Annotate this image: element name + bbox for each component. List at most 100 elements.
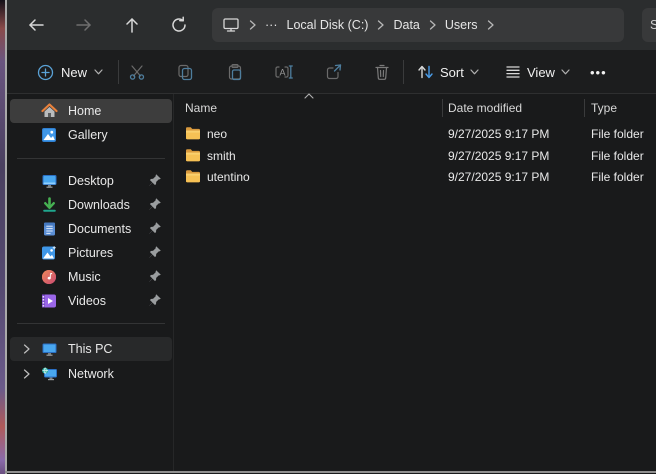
chevron-right-icon [429, 20, 436, 30]
column-divider[interactable] [584, 99, 585, 117]
sidebar-item-network[interactable]: Network [10, 362, 172, 386]
sort-button-label: Sort [440, 65, 464, 80]
sidebar-item-downloads[interactable]: Downloads [10, 193, 172, 217]
sidebar-item-label: Desktop [68, 174, 114, 188]
sidebar-item-label: Documents [68, 222, 131, 236]
view-button[interactable]: View [505, 58, 570, 86]
new-button-label: New [61, 65, 87, 80]
sidebar-item-gallery[interactable]: Gallery [10, 123, 172, 147]
refresh-button[interactable] [167, 13, 191, 37]
file-list-header: Name Date modified Type [174, 94, 656, 122]
file-type: File folder [591, 170, 644, 184]
file-row-smith[interactable]: smith 9/27/2025 9:17 PM File folder [174, 145, 656, 166]
music-icon [40, 268, 58, 286]
chevron-down-icon [94, 69, 103, 75]
view-icon [505, 65, 521, 79]
breadcrumb-overflow[interactable]: ··· [265, 18, 278, 32]
share-icon [325, 63, 343, 81]
new-button[interactable]: New [29, 58, 111, 86]
expand-chevron-icon[interactable] [18, 344, 34, 354]
sidebar-item-videos[interactable]: Videos [10, 289, 172, 313]
chevron-right-icon [249, 20, 256, 30]
sidebar-item-documents[interactable]: Documents [10, 217, 172, 241]
chevron-right-icon [377, 20, 384, 30]
folder-icon [185, 169, 201, 183]
column-divider[interactable] [442, 99, 443, 117]
file-date-modified: 9/27/2025 9:17 PM [448, 170, 549, 184]
pictures-icon [40, 244, 58, 262]
pin-icon [148, 173, 164, 189]
sidebar-item-music[interactable]: Music [10, 265, 172, 289]
search-input[interactable]: Se [650, 18, 656, 32]
sidebar-item-home[interactable]: Home [10, 99, 172, 123]
file-row-neo[interactable]: neo 9/27/2025 9:17 PM File folder [174, 123, 656, 144]
view-button-label: View [527, 65, 555, 80]
breadcrumb-users[interactable]: Users [445, 18, 478, 32]
chevron-down-icon [561, 69, 570, 75]
breadcrumb-data[interactable]: Data [393, 18, 419, 32]
file-type: File folder [591, 149, 644, 163]
documents-icon [40, 220, 58, 238]
forward-button[interactable] [72, 13, 96, 37]
navigation-bar: ··· Local Disk (C:) Data Users Se [7, 0, 656, 50]
this-pc-icon [40, 340, 58, 358]
share-button[interactable] [322, 60, 346, 84]
search-box[interactable]: Se [642, 8, 656, 42]
column-header-date-modified[interactable]: Date modified [448, 101, 522, 115]
desktop-icon [40, 172, 58, 190]
toolbar-divider [118, 60, 119, 84]
plus-circle-icon [37, 64, 54, 81]
column-header-type[interactable]: Type [591, 101, 617, 115]
up-icon [124, 16, 140, 34]
sidebar-item-label: Videos [68, 294, 106, 308]
column-header-name[interactable]: Name [185, 101, 217, 115]
command-toolbar: New A Sort View [7, 50, 656, 94]
sidebar-item-desktop[interactable]: Desktop [10, 169, 172, 193]
file-name: neo [207, 127, 227, 141]
sidebar-item-label: This PC [68, 342, 112, 356]
pin-icon [148, 221, 164, 237]
paste-button[interactable] [223, 60, 247, 84]
more-options-button[interactable]: ••• [590, 58, 607, 86]
sidebar-item-pictures[interactable]: Pictures [10, 241, 172, 265]
sidebar-item-label: Music [68, 270, 101, 284]
gallery-icon [40, 126, 58, 144]
back-icon [26, 17, 46, 33]
back-button[interactable] [24, 13, 48, 37]
file-date-modified: 9/27/2025 9:17 PM [448, 127, 549, 141]
chevron-down-icon [470, 69, 479, 75]
sort-icon [417, 64, 434, 80]
delete-button[interactable] [370, 60, 394, 84]
chevron-right-icon [487, 20, 494, 30]
network-icon [40, 365, 58, 383]
file-explorer-window: ··· Local Disk (C:) Data Users Se New [0, 0, 656, 474]
breadcrumb-local-disk-c[interactable]: Local Disk (C:) [287, 18, 369, 32]
rename-icon: A [274, 63, 294, 81]
file-name: utentino [207, 170, 250, 184]
sidebar-item-label: Downloads [68, 198, 130, 212]
rename-button[interactable]: A [272, 60, 296, 84]
content-area: Home Gallery Desktop Downloads [7, 94, 656, 471]
sort-ascending-caret-icon [304, 93, 314, 99]
cut-icon [128, 63, 146, 81]
home-icon [40, 102, 58, 120]
videos-icon [40, 292, 58, 310]
trash-icon [373, 63, 391, 81]
sidebar-separator [17, 158, 165, 159]
forward-icon [74, 17, 94, 33]
sort-button[interactable]: Sort [417, 58, 479, 86]
more-options-icon: ••• [590, 65, 607, 80]
file-type: File folder [591, 127, 644, 141]
pin-icon [148, 197, 164, 213]
breadcrumb-bar[interactable]: ··· Local Disk (C:) Data Users [212, 8, 624, 42]
copy-icon [176, 63, 194, 81]
copy-button[interactable] [173, 60, 197, 84]
sidebar-item-label: Gallery [68, 128, 108, 142]
downloads-icon [40, 196, 58, 214]
cut-button[interactable] [125, 60, 149, 84]
up-button[interactable] [120, 13, 144, 37]
sidebar-item-this-pc[interactable]: This PC [10, 337, 172, 361]
expand-chevron-icon[interactable] [18, 369, 34, 379]
svg-text:A: A [280, 68, 286, 78]
file-row-utentino[interactable]: utentino 9/27/2025 9:17 PM File folder [174, 166, 656, 187]
